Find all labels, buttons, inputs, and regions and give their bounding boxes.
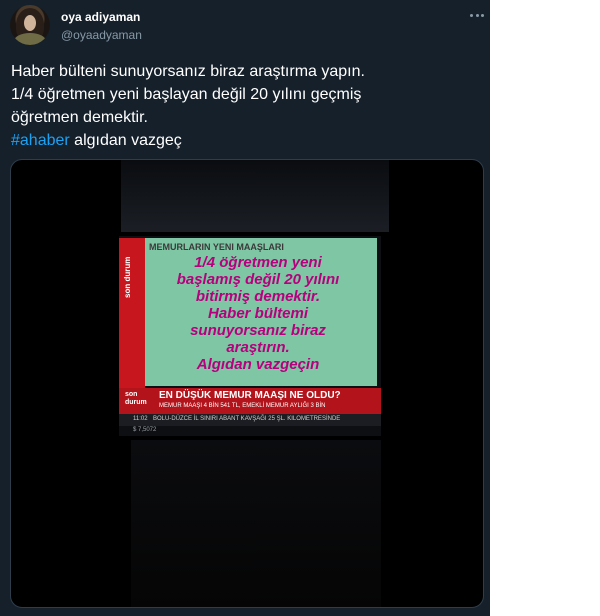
overlay-line: araştırın. bbox=[226, 339, 290, 356]
tweet-line: öğretmen demektir. bbox=[11, 109, 148, 126]
overlay-line: Haber bültemi bbox=[207, 305, 309, 322]
hashtag-link[interactable]: #ahaber bbox=[11, 132, 70, 149]
news-ticker: son durum EN DÜŞÜK MEMUR MAAŞI NE OLDU? … bbox=[119, 388, 381, 414]
tweet-hashtag-suffix: algıdan vazgeç bbox=[69, 132, 182, 149]
ticker-logo: son durum bbox=[125, 391, 155, 407]
tweet-line: Haber bülteni sunuyorsanız biraz araştır… bbox=[11, 63, 365, 80]
tweet-line-hashtag-row: #ahaber algıdan vazgeç bbox=[11, 129, 481, 152]
ticker-headline: EN DÜŞÜK MEMUR MAAŞI NE OLDU? bbox=[159, 390, 341, 401]
overlay-line: 1/4 öğretmen yeni bbox=[194, 254, 322, 271]
tv-header: MEMURLARIN YENI MAAŞLARI bbox=[149, 242, 284, 252]
avatar[interactable] bbox=[10, 5, 50, 45]
tweet-text: Haber bülteni sunuyorsanız biraz araştır… bbox=[11, 60, 481, 152]
user-handle[interactable]: @oyaadyaman bbox=[61, 28, 142, 42]
video-frame-top bbox=[121, 160, 389, 232]
more-options-icon[interactable] bbox=[470, 12, 484, 18]
overlay-line: Algıdan vazgeçin bbox=[196, 356, 320, 373]
overlay-line: başlamış değil 20 yılını bbox=[176, 271, 340, 288]
ticker-time: 11:02 bbox=[133, 416, 148, 422]
ticker-subline: MEMUR MAAŞI 4 BİN 541 TL, EMEKLİ MEMUR A… bbox=[159, 403, 326, 409]
tv-screen: son durum MEMURLARIN YENI MAAŞLARI 1/4 ö… bbox=[119, 236, 381, 436]
ticker-crawl-bar: 11:02 BOLU-DÜZCE İL SINIRI ABANT KAVŞAĞI… bbox=[119, 414, 381, 426]
video-frame-bottom bbox=[131, 440, 381, 607]
avatar-face bbox=[24, 15, 36, 31]
overlay-line: bitirmiş demektir. bbox=[195, 288, 321, 305]
display-name[interactable]: oya adiyaman bbox=[61, 10, 140, 24]
video-overlay-caption: 1/4 öğretmen yeni başlamış değil 20 yılı… bbox=[127, 254, 389, 373]
avatar-shoulders bbox=[14, 33, 46, 45]
tweet-card: oya adiyaman @oyaadyaman Haber bülteni s… bbox=[0, 0, 490, 616]
overlay-line: sunuyorsanız biraz bbox=[190, 322, 326, 339]
video-player[interactable]: son durum MEMURLARIN YENI MAAŞLARI 1/4 ö… bbox=[10, 159, 484, 608]
ticker-logo-line: son bbox=[125, 391, 138, 398]
ticker-logo-line: durum bbox=[125, 399, 147, 406]
tweet-line: 1/4 öğretmen yeni başlayan değil 20 yılı… bbox=[11, 86, 362, 103]
ticker-rate: $ 7,5072 bbox=[133, 427, 157, 433]
ticker-crawl: BOLU-DÜZCE İL SINIRI ABANT KAVŞAĞI 25 ŞL… bbox=[153, 416, 341, 422]
